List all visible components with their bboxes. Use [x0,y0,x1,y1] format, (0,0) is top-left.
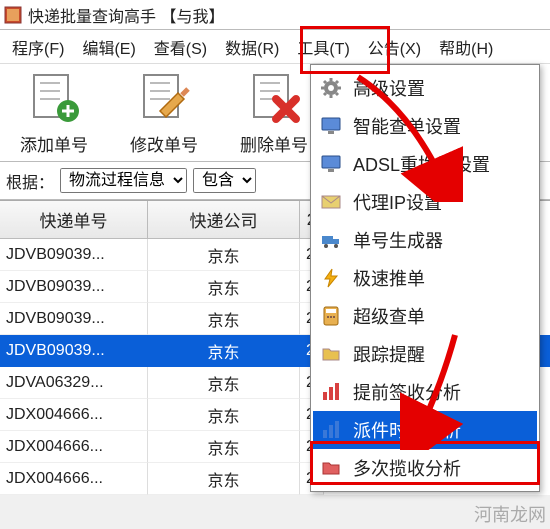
menu-help[interactable]: 帮助(H) [431,31,501,63]
dropdown-item-label: ADSL重拨号设置 [353,151,490,177]
menu-data[interactable]: 数据(R) [217,31,287,63]
gear-icon [319,76,343,100]
cell-company: 京东 [148,335,300,367]
menu-program[interactable]: 程序(F) [4,31,72,63]
cell-company: 京东 [148,303,300,335]
edit-icon [136,69,192,125]
folder-icon [319,342,343,366]
dropdown-item[interactable]: 单号生成器 [313,221,537,259]
dropdown-item[interactable]: 代理IP设置 [313,183,537,221]
filter-field-select[interactable]: 物流过程信息 [60,168,187,193]
cell-tracking: JDX004666... [0,399,148,431]
chart-red-icon [319,380,343,404]
cell-tracking: JDVB09039... [0,239,148,271]
edit-label: 修改单号 [130,131,198,156]
envelope-icon [319,190,343,214]
delete-button[interactable]: 删除单号 [230,69,318,156]
dropdown-item-label: 代理IP设置 [353,189,442,215]
dropdown-item[interactable]: 提前签收分析 [313,373,537,411]
dropdown-item-label: 高级设置 [353,75,425,101]
add-button[interactable]: 添加单号 [10,69,98,156]
cell-company: 京东 [148,431,300,463]
dropdown-item-label: 跟踪提醒 [353,341,425,367]
cell-company: 京东 [148,463,300,495]
dropdown-item[interactable]: ADSL重拨号设置 [313,145,537,183]
monitor-icon [319,152,343,176]
dropdown-item-label: 超级查单 [353,303,425,329]
app-icon [4,6,22,24]
watermark: 河南龙网 [474,501,546,527]
dropdown-item[interactable]: 派件时效分析 [313,411,537,449]
cell-tracking: JDVB09039... [0,335,148,367]
cell-company: 京东 [148,367,300,399]
menu-view[interactable]: 查看(S) [146,31,215,63]
dropdown-item-label: 智能查单设置 [353,113,461,139]
col-tracking[interactable]: 快递单号 [0,201,148,239]
cell-tracking: JDX004666... [0,463,148,495]
menu-tools[interactable]: 工具(T) [289,31,357,63]
dropdown-item[interactable]: 超级查单 [313,297,537,335]
dropdown-item[interactable]: 跟踪提醒 [313,335,537,373]
dropdown-item-label: 极速推单 [353,265,425,291]
cell-tracking: JDX004666... [0,431,148,463]
col-company[interactable]: 快递公司 [148,201,300,239]
chart-blue-icon [319,418,343,442]
dropdown-item[interactable]: 智能查单设置 [313,107,537,145]
dropdown-item[interactable]: 高级设置 [313,69,537,107]
delete-label: 删除单号 [240,131,308,156]
dropdown-item[interactable]: 多次揽收分析 [313,449,537,487]
cell-company: 京东 [148,399,300,431]
delete-icon [246,69,302,125]
monitor-icon [319,114,343,138]
dropdown-item-label: 多次揽收分析 [353,455,461,481]
menu-notice[interactable]: 公告(X) [360,31,429,63]
dropdown-item-label: 单号生成器 [353,227,443,253]
add-icon [26,69,82,125]
dropdown-item-label: 派件时效分析 [353,417,461,443]
folder2-icon [319,456,343,480]
cell-company: 京东 [148,239,300,271]
menubar: 程序(F) 编辑(E) 查看(S) 数据(R) 工具(T) 公告(X) 帮助(H… [0,30,550,64]
window-title: 快递批量查询高手 【与我】 [28,3,224,27]
cell-tracking: JDVA06329... [0,367,148,399]
truck-icon [319,228,343,252]
tools-dropdown: 高级设置智能查单设置 ADSL重拨号设置代理IP设置单号生成器极速推单超级查单跟踪… [310,64,540,492]
edit-button[interactable]: 修改单号 [120,69,208,156]
calc-icon [319,304,343,328]
add-label: 添加单号 [20,131,88,156]
dropdown-item-label: 提前签收分析 [353,379,461,405]
titlebar: 快递批量查询高手 【与我】 [0,0,550,30]
dropdown-item[interactable]: 极速推单 [313,259,537,297]
filter-label: 根据： [6,169,54,193]
menu-edit[interactable]: 编辑(E) [74,31,143,63]
filter-op-select[interactable]: 包含 [193,168,256,193]
cell-tracking: JDVB09039... [0,303,148,335]
bolt-icon [319,266,343,290]
cell-tracking: JDVB09039... [0,271,148,303]
cell-company: 京东 [148,271,300,303]
